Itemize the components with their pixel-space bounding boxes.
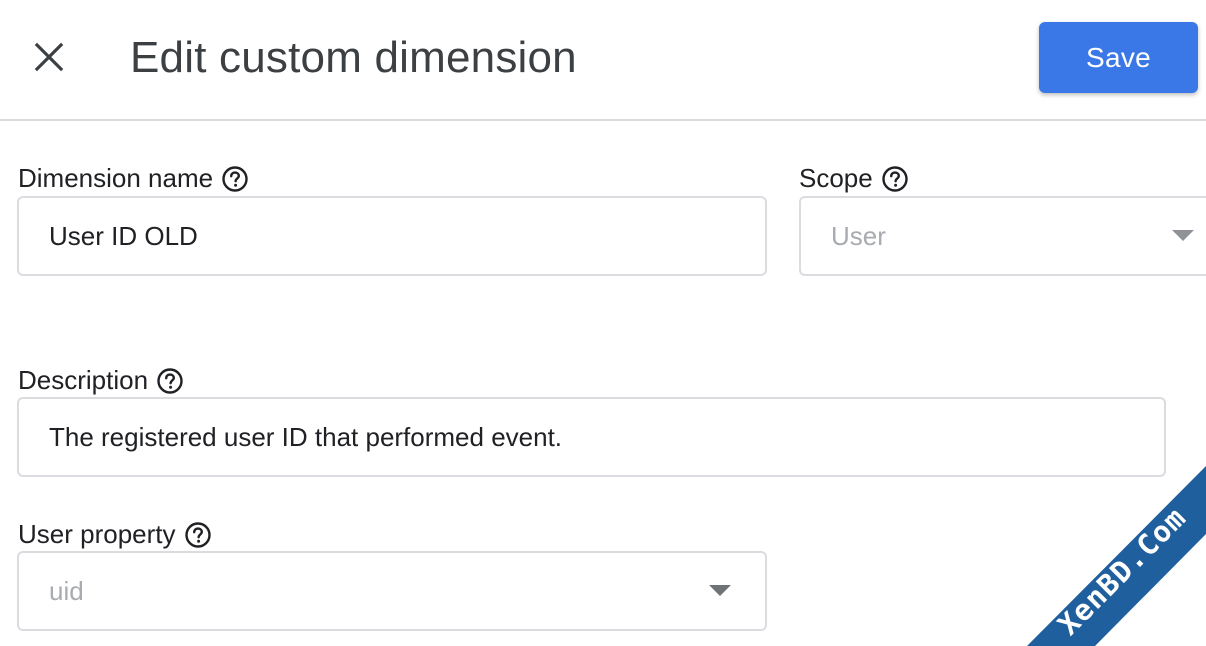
help-circle-icon[interactable] — [221, 165, 249, 193]
scope-label: Scope — [799, 163, 873, 193]
user-property-value: uid — [49, 575, 84, 606]
scope-label-row: Scope — [799, 163, 909, 194]
description-input[interactable]: The registered user ID that performed ev… — [17, 397, 1166, 477]
description-value: The registered user ID that performed ev… — [49, 421, 563, 452]
dropdown-arrow-icon — [1172, 230, 1194, 241]
description-label: Description — [18, 365, 149, 395]
help-circle-icon[interactable] — [881, 165, 909, 193]
close-icon — [34, 42, 64, 72]
description-label-row: Description — [18, 365, 184, 396]
dimension-name-label: Dimension name — [18, 163, 214, 193]
user-property-label-row: User property — [18, 519, 212, 550]
dialog-header: Edit custom dimension Save — [0, 0, 1206, 121]
dropdown-arrow-icon — [709, 585, 731, 596]
help-circle-icon[interactable] — [184, 521, 212, 549]
scope-select[interactable]: User — [799, 196, 1206, 276]
help-circle-icon[interactable] — [156, 367, 184, 395]
save-button[interactable]: Save — [1039, 22, 1198, 93]
scope-value: User — [831, 220, 886, 251]
dimension-name-value: User ID OLD — [49, 220, 198, 251]
watermark-text: XenBD.Com — [1051, 500, 1193, 642]
page-title: Edit custom dimension — [130, 33, 577, 82]
edit-custom-dimension-dialog: Edit custom dimension Save Dimension nam… — [0, 0, 1206, 646]
user-property-select[interactable]: uid — [17, 551, 767, 631]
dimension-name-input[interactable]: User ID OLD — [17, 196, 767, 276]
user-property-label: User property — [18, 519, 176, 549]
dimension-name-label-row: Dimension name — [18, 163, 249, 194]
close-button[interactable] — [22, 30, 76, 84]
